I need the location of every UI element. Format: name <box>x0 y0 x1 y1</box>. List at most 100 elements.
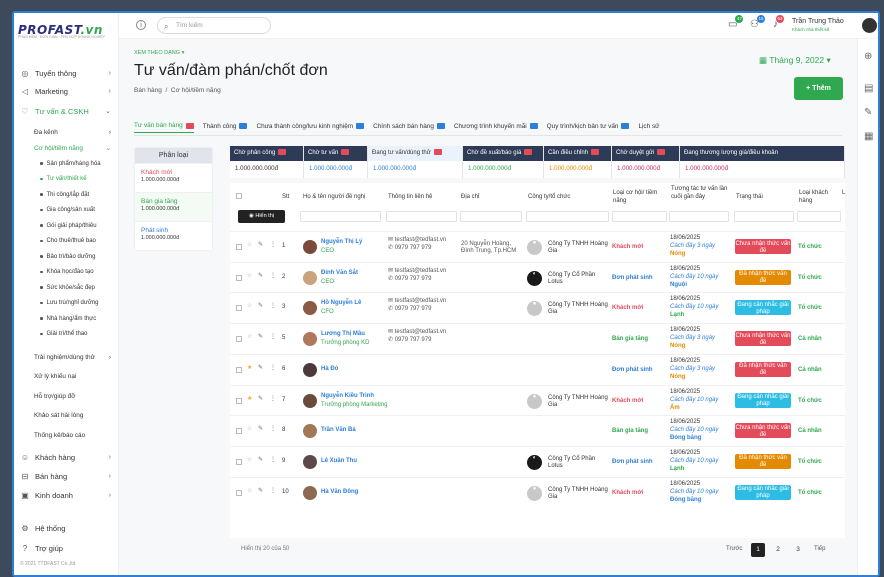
star-icon[interactable]: ☆ <box>247 242 252 249</box>
page-1-button[interactable]: 1 <box>751 543 765 557</box>
more-icon[interactable]: ⋮ <box>270 365 276 372</box>
filter-last-interaction[interactable] <box>669 211 729 222</box>
stage-3[interactable]: Chờ đề xuất/báo giá 1.000.000.000đ <box>463 146 544 178</box>
tab-2[interactable]: Chưa thành công/lưu kinh nghiệm <box>256 119 365 133</box>
contact-phone[interactable]: ✆ 0979 797 979 <box>388 245 431 252</box>
row-checkbox[interactable] <box>236 397 242 404</box>
edit-icon[interactable]: ✎ <box>258 365 263 372</box>
sidebar-item-2[interactable]: ♡ Tư vấn & CSKH ⌄ <box>14 103 119 119</box>
tab-5[interactable]: Quy trình/kịch bản tư vấn <box>547 119 630 133</box>
submenu-more-1[interactable]: Xử lý khiếu nại <box>14 370 119 384</box>
col-extra[interactable]: L <box>842 189 845 197</box>
contact-phone[interactable]: ✆ 0979 797 979 <box>388 306 431 313</box>
filter-opportunity[interactable] <box>612 211 667 222</box>
group-icon[interactable]: ⚇ 15 <box>750 15 765 30</box>
bell-icon[interactable]: ♪ 62 <box>773 15 784 30</box>
star-icon[interactable]: ☆ <box>247 457 252 464</box>
sidebar-item-0[interactable]: ◎ Tuyển thông › <box>14 65 119 81</box>
status-badge[interactable]: Chưa nhận thức vấn đề <box>735 331 791 347</box>
tab-0[interactable]: Tư vấn bán hàng <box>134 119 194 133</box>
col-customer-type[interactable]: Loại khách hàng <box>799 189 841 205</box>
person-name[interactable]: Hà Văn Đông <box>321 489 358 496</box>
table-row[interactable]: ☆ ✎ ⋮ 5 Lương Thị Mâu Trưởng phòng KD ✉ testfa… <box>230 323 845 353</box>
company-name[interactable]: Công Ty TNHH Hoàng Gia <box>548 302 608 316</box>
person-name[interactable]: Nguyễn Thị Lý <box>321 239 362 246</box>
submenu-0[interactable]: Đa kênh › <box>14 125 119 139</box>
status-badge[interactable]: Đã nhận thức vấn đề <box>735 453 791 469</box>
tab-4[interactable]: Chương trình khuyến mãi <box>454 119 538 133</box>
row-checkbox[interactable] <box>236 305 242 312</box>
filter-name[interactable] <box>300 211 381 222</box>
company-name[interactable]: Công Ty TNHH Hoàng Gia <box>548 241 608 255</box>
more-icon[interactable]: ⋮ <box>270 457 276 464</box>
col-address[interactable]: Địa chỉ <box>461 193 479 201</box>
stage-6[interactable]: Đang thương lượng giá/điều khoản 1.000.00… <box>680 146 845 178</box>
row-checkbox[interactable] <box>236 366 242 373</box>
page-2-button[interactable]: 2 <box>771 543 785 557</box>
next-page-button[interactable]: Tiếp <box>814 546 825 552</box>
row-checkbox[interactable] <box>236 428 242 435</box>
row-checkbox[interactable] <box>236 336 242 343</box>
col-stt[interactable]: Stt <box>282 193 289 201</box>
table-row[interactable]: ☆ ✎ ⋮ 1 Nguyễn Thị Lý CEO ✉ testfast@tedfast.v… <box>230 231 845 261</box>
col-status[interactable]: Trạng thái <box>736 193 763 201</box>
more-icon[interactable]: ⋮ <box>270 273 276 280</box>
col-name[interactable]: Họ & tên người đề nghị <box>303 193 365 201</box>
status-badge[interactable]: Chưa nhận thức vấn đề <box>735 423 791 439</box>
col-last-interaction[interactable]: Tương tác tư vấn lần cuối gần đây <box>671 185 733 201</box>
sidebar-bottom-1[interactable]: ⊟ Bán hàng › <box>14 468 119 484</box>
user-name[interactable]: Trần Trung Thảo <box>792 18 844 25</box>
table-row[interactable]: ☆ ✎ ⋮ 10 Hà Văn Đông ● Công Ty TNHH Hoàng Gia K… <box>230 476 845 507</box>
edit-icon[interactable]: ✎ <box>258 273 263 280</box>
filter-status[interactable] <box>734 211 794 222</box>
table-row[interactable]: ★ ✎ ⋮ 7 Nguyễn Kiều Trinh Trưởng phòng Market… <box>230 384 845 415</box>
status-badge[interactable]: Đang cân nhắc giải pháp <box>735 392 791 408</box>
select-all-checkbox[interactable] <box>236 193 242 202</box>
edit-document-icon[interactable]: ✎ <box>864 107 872 118</box>
report-icon[interactable]: ▦ <box>864 131 873 142</box>
submenu-more-0[interactable]: Trải nghiệm/dùng thử › <box>14 350 119 364</box>
table-row[interactable]: ★ ✎ ⋮ 6 Hà Đỏ Đơn phát sinh 18/06/2025 Cách đây… <box>230 353 845 384</box>
tab-1[interactable]: Thành công <box>203 119 248 133</box>
table-row[interactable]: ☆ ✎ ⋮ 8 Trần Văn Bá Bán gia tăng 18/06/2025 Các… <box>230 415 845 445</box>
row-checkbox[interactable] <box>236 274 242 281</box>
opportunity-type-8[interactable]: Sức khỏe/sắc đẹp <box>14 281 119 294</box>
stage-2[interactable]: Đang tư vấn/dùng thử 1.000.000.000đ <box>368 146 463 178</box>
submenu-more-4[interactable]: Thống kê/báo cáo <box>14 428 119 442</box>
edit-icon[interactable]: ✎ <box>258 426 263 433</box>
more-icon[interactable]: ⋮ <box>270 426 276 433</box>
person-name[interactable]: Trần Văn Bá <box>321 427 356 434</box>
opportunity-type-7[interactable]: Khóa học/đào tạo <box>14 266 119 279</box>
edit-icon[interactable]: ✎ <box>258 396 263 403</box>
col-contact[interactable]: Thông tin liên hệ <box>388 193 432 201</box>
more-icon[interactable]: ⋮ <box>270 334 276 341</box>
contact-phone[interactable]: ✆ 0979 797 979 <box>388 276 431 283</box>
chat-icon[interactable]: ▭ 47 <box>728 15 744 30</box>
star-icon[interactable]: ★ <box>247 365 252 372</box>
star-icon[interactable]: ☆ <box>247 273 252 280</box>
company-name[interactable]: Công Ty TNHH Hoàng Gia <box>548 487 608 501</box>
document-icon[interactable]: ▤ <box>864 83 873 94</box>
classification-row[interactable]: Phát sinh 1.000.000.000đ <box>135 221 212 250</box>
filter-address[interactable] <box>460 211 522 222</box>
edit-icon[interactable]: ✎ <box>258 488 263 495</box>
show-button[interactable]: ◉ Hiển thị <box>238 210 285 223</box>
stage-1[interactable]: Chờ tư vấn 1.000.000.000đ <box>304 146 368 178</box>
add-circle-icon[interactable]: ⊕ <box>864 51 872 62</box>
status-badge[interactable]: Đang cân nhắc giải pháp <box>735 300 791 316</box>
opportunity-type-4[interactable]: Gói giải pháp/thiêu <box>14 219 119 232</box>
sidebar-bottom-0[interactable]: ☺ Khách hàng › <box>14 449 119 465</box>
submenu-1[interactable]: Cơ hội/tiềm năng ⌄ <box>14 141 119 155</box>
search-input[interactable]: ⌕ Tìm kiếm <box>157 17 271 34</box>
opportunity-type-2[interactable]: Thi công/lắp đặt <box>14 188 119 201</box>
crumb-sales[interactable]: Bán hàng <box>134 87 162 94</box>
col-company[interactable]: Công ty/tổ chức <box>528 193 570 201</box>
month-picker[interactable]: ▦ Tháng 9, 2022 ▾ <box>759 55 831 66</box>
row-checkbox[interactable] <box>236 489 242 496</box>
opportunity-type-10[interactable]: Nhà hàng/ẩm thực <box>14 312 119 325</box>
opportunity-type-3[interactable]: Gia công/sản xuất <box>14 204 119 217</box>
view-by-dropdown[interactable]: XEM THEO DẠNG ▾ <box>134 50 184 56</box>
star-icon[interactable]: ☆ <box>247 334 252 341</box>
table-row[interactable]: ☆ ✎ ⋮ 2 Đinh Văn Sắt CEO ✉ testfast@tedfast.vn… <box>230 261 845 292</box>
edit-icon[interactable]: ✎ <box>258 303 263 310</box>
